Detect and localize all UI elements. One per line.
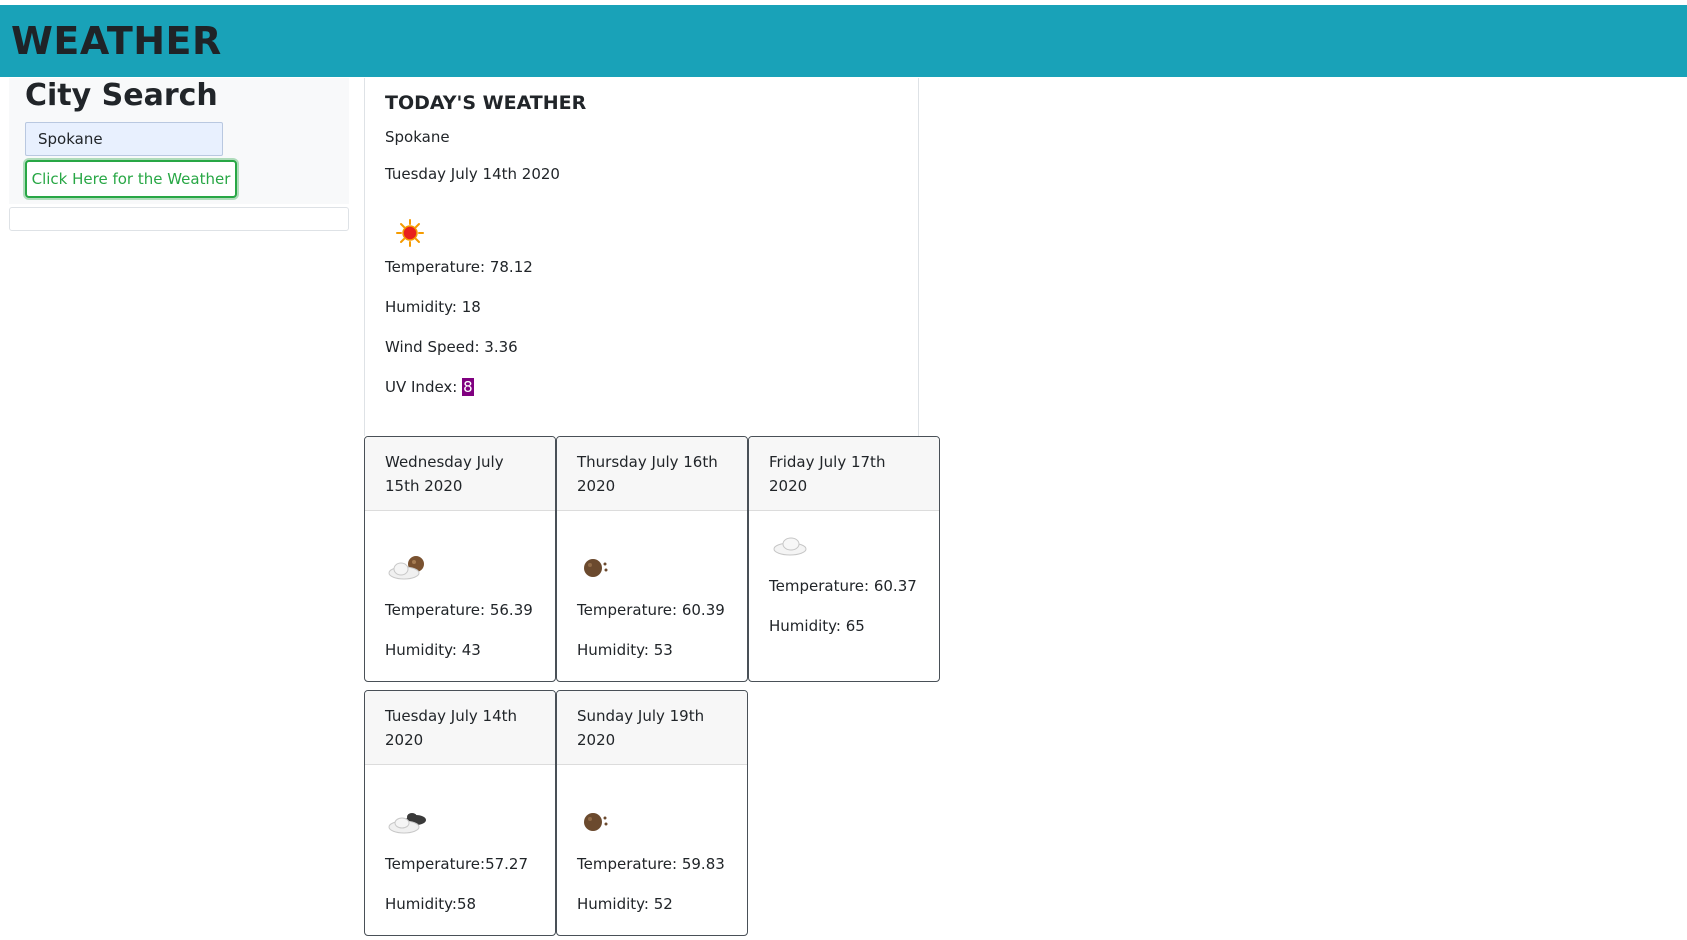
cloud-moon-icon	[388, 556, 424, 580]
forecast-temperature: Temperature: 60.37	[769, 577, 917, 595]
forecast-date: Wednesday July 15th 2020	[365, 437, 555, 511]
forecast-date: Sunday July 19th 2020	[557, 691, 747, 765]
forecast-card: Tuesday July 14th 2020 Temperature:57.27…	[364, 690, 556, 936]
forecast-temperature: Temperature: 56.39	[385, 601, 533, 619]
uv-index-badge: 8	[462, 378, 474, 396]
forecast-humidity: Humidity: 53	[577, 641, 673, 659]
get-weather-button[interactable]: Click Here for the Weather	[25, 160, 237, 198]
forecast-humidity: Humidity: 52	[577, 895, 673, 913]
today-wind-speed: Wind Speed: 3.36	[385, 338, 518, 356]
forecast-card: Thursday July 16th 2020 Temperature: 60.…	[556, 436, 748, 682]
forecast-card: Friday July 17th 2020 Temperature: 60.37…	[748, 436, 940, 682]
moon-icon	[584, 559, 608, 577]
today-uv-index: UV Index: 8	[385, 378, 474, 396]
forecast-temperature: Temperature: 60.39	[577, 601, 725, 619]
city-search-panel: City Search Click Here for the Weather	[9, 78, 349, 204]
today-temperature: Temperature: 78.12	[385, 258, 533, 276]
forecast-humidity: Humidity:58	[385, 895, 477, 913]
moon-icon	[584, 813, 608, 831]
forecast-date: Thursday July 16th 2020	[557, 437, 747, 511]
forecast-date: Tuesday July 14th 2020	[365, 691, 555, 765]
search-history-list	[9, 207, 349, 231]
forecast-card: Sunday July 19th 2020 Temperature: 59.83…	[556, 690, 748, 936]
today-city: Spokane	[385, 128, 450, 146]
forecast-humidity: Humidity: 65	[769, 617, 865, 635]
todays-weather-panel: TODAY'S WEATHER Spokane Tuesday July 14t…	[364, 78, 919, 436]
app-title: WEATHER	[11, 19, 222, 63]
sun-icon	[396, 219, 424, 247]
app-header: WEATHER	[0, 5, 1687, 77]
city-search-input[interactable]	[25, 122, 223, 156]
uv-index-label: UV Index:	[385, 378, 463, 396]
broken-clouds-icon	[388, 813, 426, 834]
city-search-heading: City Search	[25, 78, 218, 113]
forecast-temperature: Temperature:57.27	[385, 855, 529, 873]
forecast-date: Friday July 17th 2020	[749, 437, 939, 511]
forecast-humidity: Humidity: 43	[385, 641, 481, 659]
cloud-icon	[773, 537, 807, 556]
forecast-temperature: Temperature: 59.83	[577, 855, 725, 873]
todays-weather-heading: TODAY'S WEATHER	[385, 92, 587, 114]
forecast-card: Wednesday July 15th 2020 Temperature: 56…	[364, 436, 556, 682]
today-date: Tuesday July 14th 2020	[385, 165, 560, 183]
today-humidity: Humidity: 18	[385, 298, 481, 316]
